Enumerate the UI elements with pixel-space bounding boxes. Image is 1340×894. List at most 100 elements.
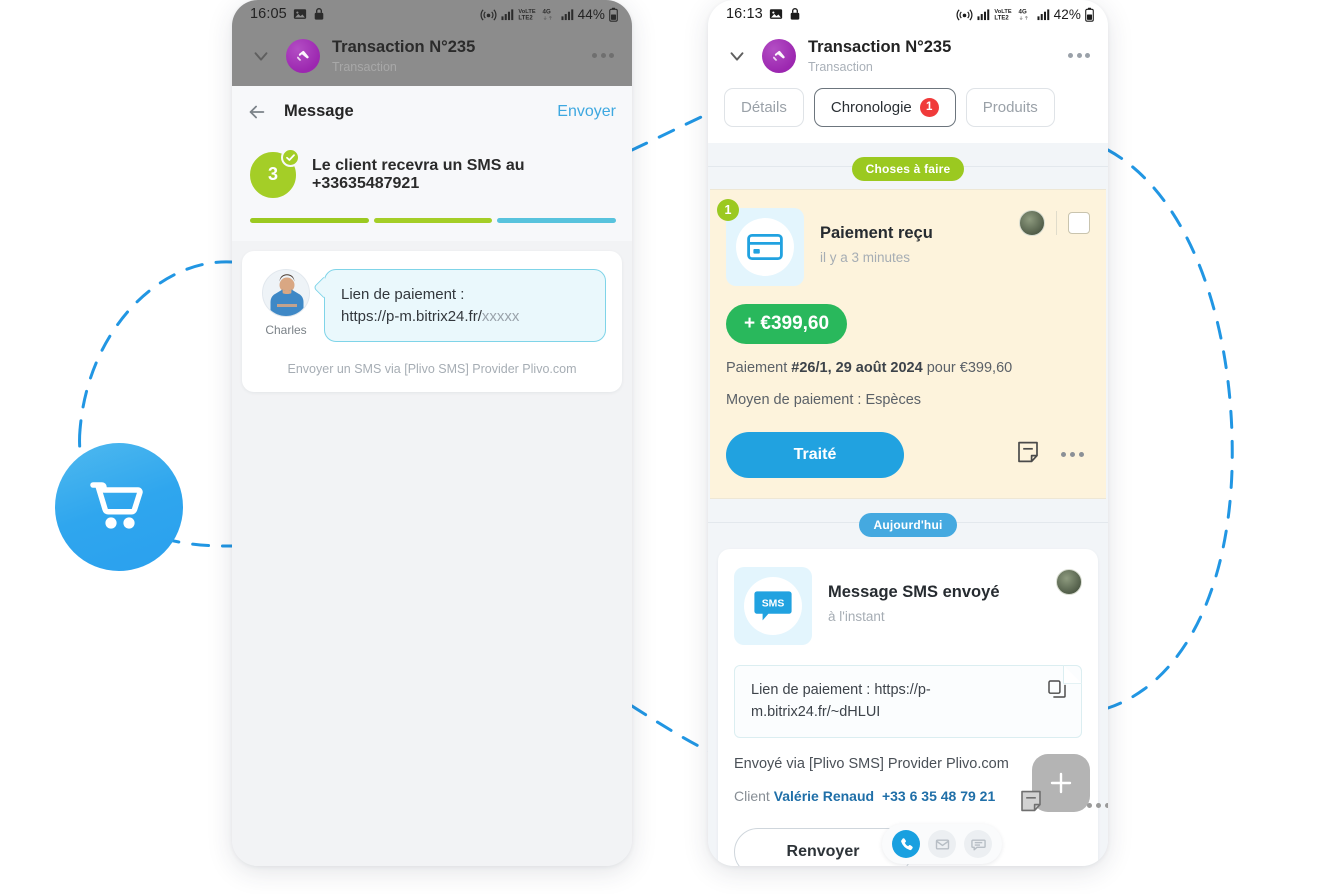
- shopping-cart-icon: [90, 482, 143, 529]
- signal2-icon: [1037, 8, 1050, 21]
- message-title: Message: [284, 102, 354, 121]
- 4g-icon: 4G: [1018, 7, 1033, 21]
- payment-amount: + €399,60: [726, 303, 848, 344]
- svg-text:LTE2: LTE2: [518, 15, 533, 21]
- sms-compose-card: Charles Lien de paiement : https://p-m.b…: [242, 250, 622, 393]
- left-deal-header: Transaction N°235 Transaction: [232, 28, 632, 86]
- image-icon: [769, 7, 783, 21]
- check-icon: [281, 147, 300, 167]
- processed-button[interactable]: Traité: [726, 431, 904, 478]
- more-options-icon[interactable]: [1087, 803, 1108, 808]
- right-deal-header: Transaction N°235 Transaction: [708, 28, 1108, 86]
- note-icon[interactable]: [1017, 440, 1039, 469]
- left-deal-subtitle: Transaction: [332, 59, 397, 74]
- phone-icon[interactable]: [892, 830, 920, 859]
- svg-text:4G: 4G: [1018, 9, 1026, 16]
- tab-produits[interactable]: Produits: [965, 87, 1055, 127]
- payment-actions: Traité: [726, 431, 1090, 478]
- volte-lte2-icon: VoLTE LTE2: [994, 7, 1014, 21]
- hotspot-icon: [480, 7, 497, 22]
- 4g-icon: 4G: [542, 7, 557, 21]
- chat-icon[interactable]: [964, 830, 992, 859]
- left-status-time: 16:05: [250, 6, 287, 22]
- sms-quote-box[interactable]: Lien de paiement : https://p-m.bitrix24.…: [734, 664, 1082, 739]
- separator-today: Aujourd'hui: [708, 499, 1108, 545]
- chevron-down-icon[interactable]: [248, 45, 274, 67]
- left-battery-percent: 44%: [577, 6, 605, 22]
- battery-icon: [1085, 7, 1094, 22]
- credit-card-icon: [736, 217, 794, 276]
- channel-selector: [882, 824, 1002, 865]
- sender-name: Charles: [265, 322, 307, 337]
- chevron-down-icon[interactable]: [724, 45, 750, 67]
- lock-icon: [789, 7, 801, 21]
- handshake-icon: [762, 38, 796, 73]
- handshake-icon: [286, 38, 320, 73]
- payment-checkbox[interactable]: [1068, 211, 1090, 234]
- right-battery-percent: 42%: [1053, 6, 1081, 22]
- avatar: [1019, 209, 1045, 236]
- client-phone[interactable]: +33 6 35 48 79 21: [882, 788, 995, 804]
- arc-mid-top: [630, 110, 714, 152]
- separator-today-label: Aujourd'hui: [859, 512, 957, 537]
- sms-message-bubble[interactable]: Lien de paiement : https://p-m.bitrix24.…: [324, 268, 606, 343]
- arc-right-big: [1106, 148, 1234, 710]
- payment-detail-prefix: Paiement: [726, 359, 792, 376]
- arc-cart-top: [78, 260, 234, 432]
- sender-block: Charles: [258, 268, 314, 337]
- right-phone-screen: 16:13 VoLTE LTE2 4G 42% Transaction N°23…: [708, 0, 1108, 866]
- right-deal-title: Transaction N°235: [808, 38, 952, 56]
- connector-arcs: [78, 110, 1234, 754]
- divider: [1056, 210, 1057, 235]
- payment-detail-ref: #26/1, 29 août 2024: [791, 359, 923, 376]
- add-button[interactable]: [1021, 754, 1108, 812]
- shopping-cart-badge: [55, 443, 183, 571]
- image-icon: [293, 7, 307, 21]
- sms-icon: SMS: [744, 576, 802, 635]
- tab-bar: Détails Chronologie 1 Produits: [708, 85, 1108, 143]
- more-options-icon[interactable]: [1061, 452, 1084, 458]
- payment-time: il y a 3 minutes: [820, 249, 911, 265]
- lock-icon: [313, 7, 325, 21]
- tab-details-label: Détails: [741, 98, 787, 116]
- sms-icon-label: SMS: [762, 598, 785, 609]
- client-label: Client: [734, 788, 770, 805]
- arc-mid-bottom: [630, 704, 712, 754]
- bubble-line-1: Lien de paiement :: [341, 285, 465, 303]
- bubble-url-placeholder: xxxxx: [481, 307, 520, 325]
- volte-lte2-icon: VoLTE LTE2: [518, 7, 538, 21]
- svg-text:VoLTE: VoLTE: [994, 9, 1012, 15]
- back-arrow-icon[interactable]: [246, 100, 270, 124]
- more-options-icon[interactable]: [1068, 53, 1092, 59]
- tab-chronologie[interactable]: Chronologie 1: [813, 87, 956, 127]
- screenshot-stage: 16:05 VoLTE LTE2 4G 44% Transaction N°23…: [0, 0, 1340, 894]
- tab-details[interactable]: Détails: [724, 87, 804, 127]
- bubble-url: https://p-m.bitrix24.fr/: [341, 307, 482, 325]
- message-toolbar: Message Envoyer: [232, 85, 632, 138]
- step-circle: 3: [250, 147, 300, 198]
- svg-text:VoLTE: VoLTE: [518, 9, 536, 15]
- progress-bar: [232, 197, 632, 241]
- separator-todo-label: Choses à faire: [851, 156, 965, 181]
- more-options-icon[interactable]: [592, 53, 616, 59]
- send-button[interactable]: Envoyer: [557, 103, 616, 121]
- bubble-line-2: https://p-m.bitrix24.fr/xxxxx: [341, 306, 589, 328]
- sms-sent-via: Envoyé via [Plivo SMS] Provider Plivo.co…: [734, 756, 1009, 773]
- sms-icon-tile: SMS: [734, 566, 812, 645]
- email-icon[interactable]: [928, 830, 956, 859]
- avatar: [1056, 568, 1082, 595]
- client-name[interactable]: Valérie Renaud: [774, 788, 874, 804]
- progress-segment-1: [250, 217, 369, 223]
- copy-icon[interactable]: [1047, 679, 1067, 707]
- left-deal-title: Transaction N°235: [332, 38, 476, 56]
- sms-time: à l'instant: [828, 608, 885, 624]
- note-icon[interactable]: [1020, 789, 1042, 818]
- avatar: [262, 268, 310, 317]
- tab-chronologie-badge: 1: [919, 97, 939, 117]
- payment-detail-suffix: pour €399,60: [922, 359, 1013, 376]
- step-indicator: 3 Le client recevra un SMS au +336354879…: [232, 137, 632, 198]
- payment-method-line: Moyen de paiement : Espèces: [726, 391, 922, 408]
- signal-icon: [977, 8, 990, 21]
- payment-icon-tile: 1: [717, 198, 804, 286]
- sms-provider-note: Envoyer un SMS via [Plivo SMS] Provider …: [287, 362, 577, 377]
